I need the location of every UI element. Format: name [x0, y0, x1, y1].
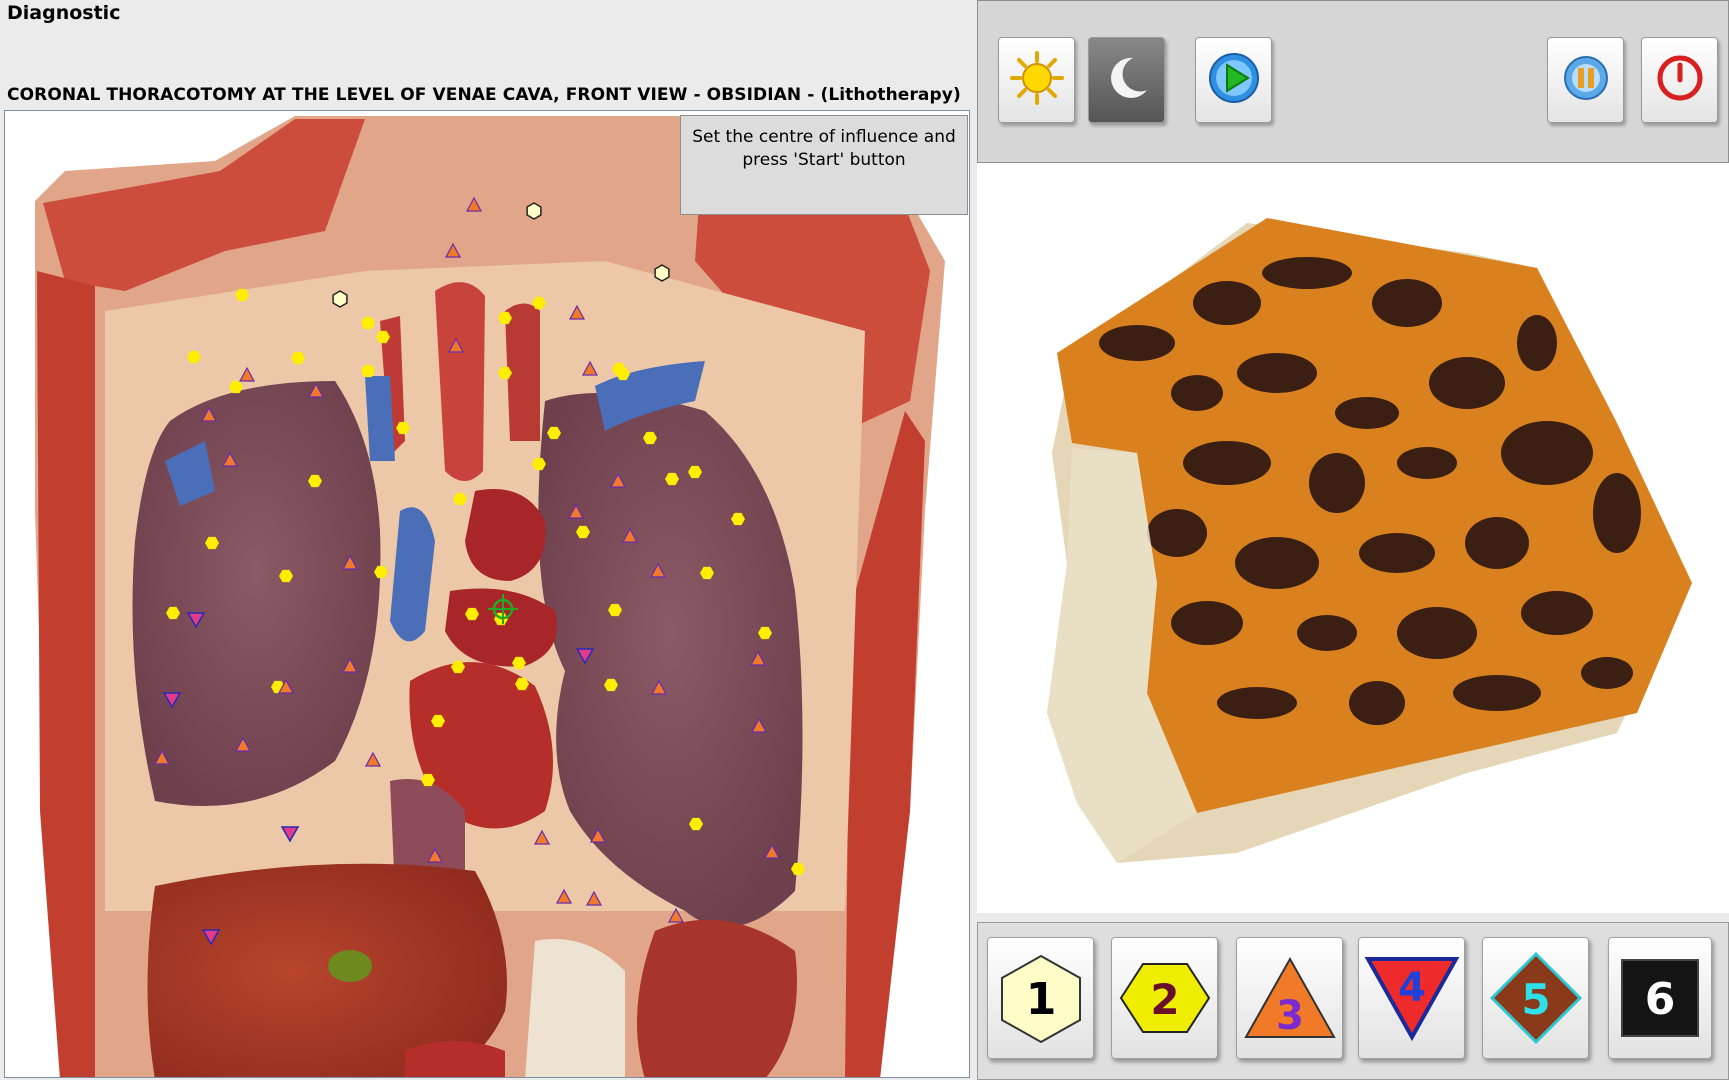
pale-hexagon-marker-icon	[526, 202, 542, 220]
anatomy-image-panel[interactable]	[4, 110, 970, 1078]
triangle-orange-icon: 3	[1243, 956, 1336, 1039]
control-toolbar	[977, 0, 1729, 163]
sun-icon	[1009, 50, 1065, 110]
day-mode-button[interactable]	[998, 37, 1075, 123]
square-black-icon: 6	[1621, 959, 1699, 1037]
marker-4-label: 4	[1398, 965, 1426, 1011]
marker-type-4-button[interactable]: 4	[1358, 937, 1465, 1059]
night-mode-button[interactable]	[1088, 37, 1165, 123]
marker-legend-bar: 1 2 3 4 5 6	[977, 922, 1729, 1080]
hint-line-2: press 'Start' button	[742, 150, 906, 170]
marker-3-label: 3	[1276, 993, 1304, 1039]
marker-type-6-button[interactable]: 6	[1608, 937, 1712, 1059]
stone-image-panel	[977, 163, 1729, 913]
obsidian-stone-image	[1047, 218, 1692, 863]
power-button[interactable]	[1641, 37, 1718, 123]
image-caption: CORONAL THORACOTOMY AT THE LEVEL OF VENA…	[7, 85, 961, 105]
play-icon	[1206, 50, 1262, 110]
hint-line-1: Set the centre of influence and	[692, 127, 956, 147]
marker-1-label: 1	[1025, 974, 1056, 1025]
pale-hexagon-marker-icon	[654, 264, 670, 282]
pause-button[interactable]	[1547, 37, 1624, 123]
pale-hexagon-marker-icon	[332, 290, 348, 308]
marker-type-2-button[interactable]: 2	[1111, 937, 1218, 1059]
hexagon-pale-icon: 1	[1000, 954, 1081, 1044]
window-title: Diagnostic	[7, 2, 121, 24]
diamond-brown-icon: 5	[1489, 951, 1582, 1045]
power-icon	[1655, 53, 1705, 107]
instruction-hint-box: Set the centre of influence and press 'S…	[680, 115, 968, 215]
marker-2-label: 2	[1150, 975, 1179, 1024]
marker-type-5-button[interactable]: 5	[1482, 937, 1589, 1059]
start-button[interactable]	[1195, 37, 1272, 123]
thorax-section-illustration	[35, 116, 945, 1077]
moon-icon	[1099, 50, 1155, 110]
marker-type-3-button[interactable]: 3	[1236, 937, 1343, 1059]
inverted-triangle-red-icon: 4	[1364, 957, 1459, 1042]
marker-5-label: 5	[1521, 975, 1550, 1024]
marker-6-label: 6	[1645, 974, 1676, 1025]
marker-type-1-button[interactable]: 1	[987, 937, 1094, 1059]
pause-icon	[1561, 53, 1611, 107]
hexagon-yellow-icon: 2	[1119, 963, 1210, 1033]
